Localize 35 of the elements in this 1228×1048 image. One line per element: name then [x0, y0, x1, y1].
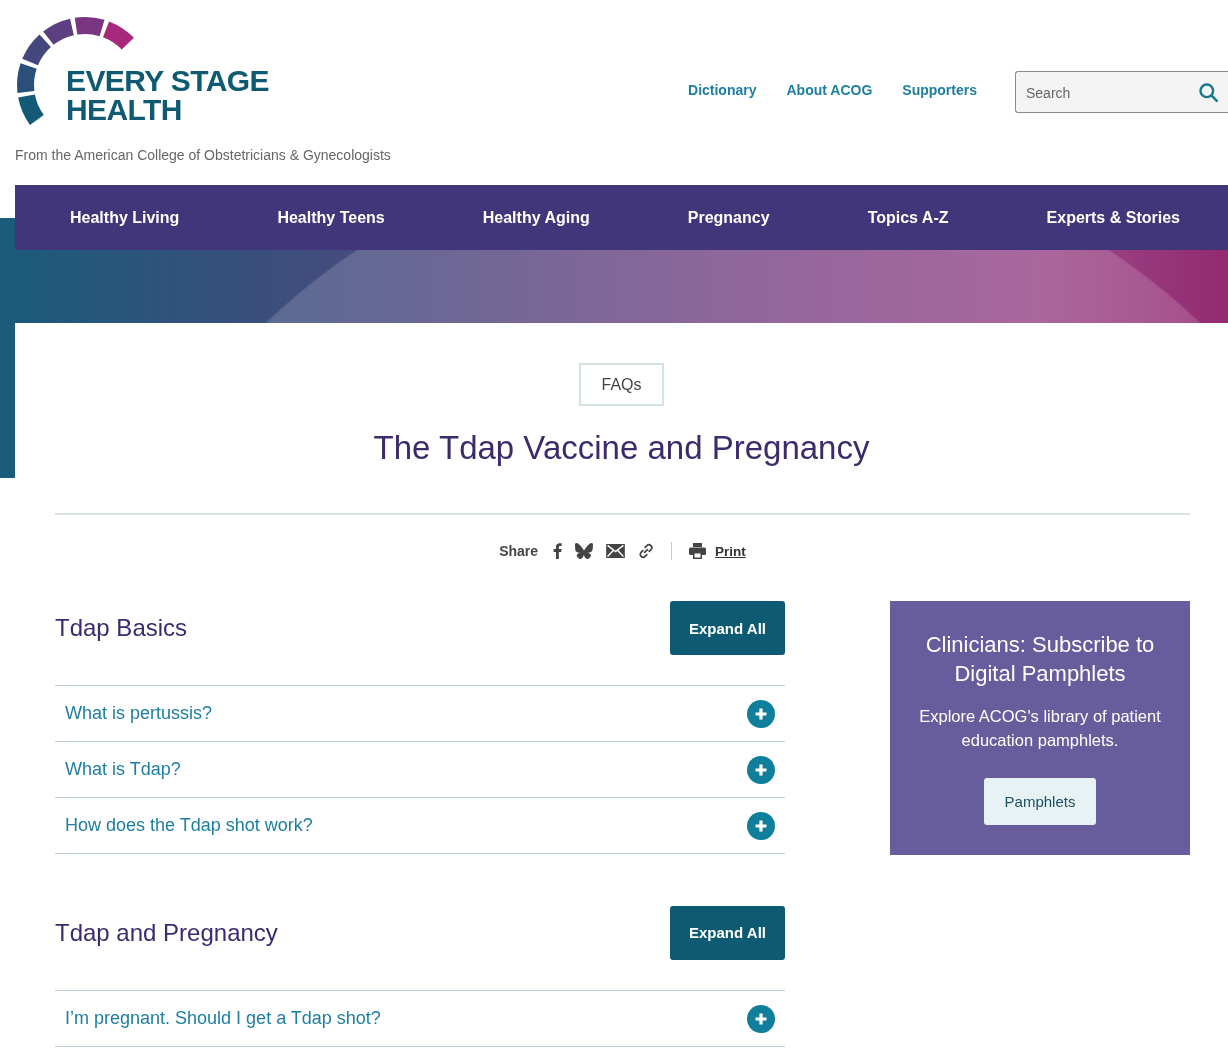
utility-link[interactable]: Dictionary [688, 81, 757, 98]
nav-link[interactable]: Healthy Living [70, 208, 180, 227]
logo-arc-segment [18, 94, 44, 125]
butterfly-icon[interactable] [575, 543, 594, 559]
faq-question[interactable]: How does the Tdap shot work? [55, 798, 785, 854]
faq-question[interactable]: What is Tdap? [55, 742, 785, 798]
printer-icon [689, 543, 707, 559]
section-heading: Tdap Basics [55, 614, 188, 642]
nav-link[interactable]: Pregnancy [687, 208, 770, 227]
page-title: The Tdap Vaccine and Pregnancy [373, 428, 870, 468]
nav-link[interactable]: Healthy Aging [482, 208, 590, 227]
utility-link[interactable]: About ACOG [786, 81, 873, 98]
nav-link[interactable]: Healthy Teens [277, 208, 385, 227]
promo-title: Clinicians: Subscribe to Digital Pamphlets [924, 631, 1156, 688]
pamphlets-button[interactable]: Pamphlets [984, 778, 1096, 825]
faq-question[interactable]: I’m pregnant. Should I get a Tdap shot? [55, 991, 785, 1047]
expand-all-button[interactable]: Expand All [670, 905, 785, 960]
search-field[interactable]: Search [1015, 71, 1228, 113]
faq-question[interactable]: What is pertussis? [55, 686, 785, 742]
section-heading: Tdap and Pregnancy [55, 918, 278, 947]
tagline: From the American College of Obstetricians & Gynecologists [15, 146, 391, 164]
nav-link[interactable]: Topics A-Z [867, 208, 949, 227]
logo-wordmark[interactable]: EVERY STAGE HEALTH [66, 66, 281, 124]
nav-link[interactable]: Experts & Stories [1046, 208, 1180, 227]
expand-all-button[interactable]: Expand All [670, 601, 785, 655]
facebook-icon[interactable] [553, 543, 563, 559]
search-icon[interactable] [1199, 83, 1218, 102]
utility-link[interactable]: Supporters [902, 81, 977, 98]
mail-icon[interactable] [606, 544, 626, 558]
category-label: FAQs [579, 363, 664, 406]
promo-text: Explore ACOG's library of patient education pamphlets. [918, 706, 1162, 751]
share-label: Share [499, 543, 539, 559]
logo-arc-segment [43, 18, 74, 45]
print-link[interactable]: Print [689, 543, 746, 559]
link-icon[interactable] [638, 543, 655, 559]
